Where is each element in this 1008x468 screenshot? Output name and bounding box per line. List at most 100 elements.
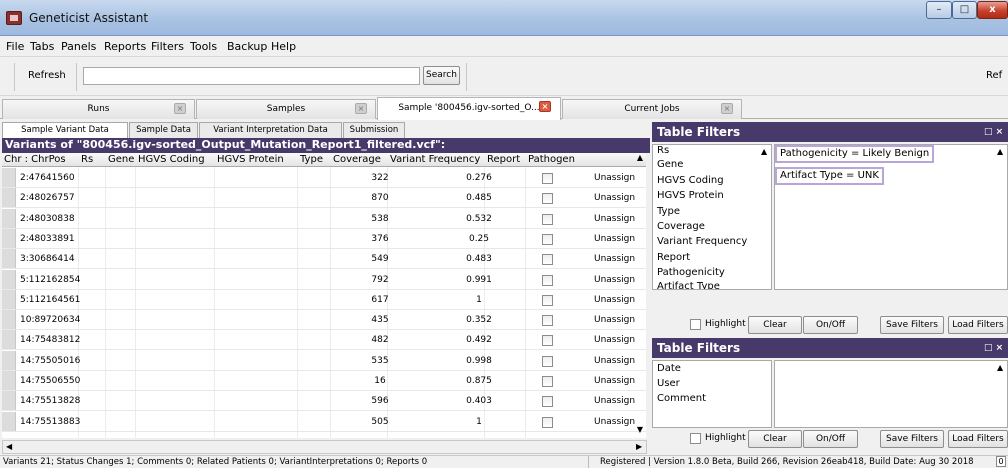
- table-row[interactable]: 14:75483812 482 0.492 Unassign: [2, 330, 646, 351]
- table-row[interactable]: 2:48026757 870 0.485 Unassign: [2, 188, 646, 209]
- panel-float-close-icon[interactable]: □ ×: [984, 338, 1003, 358]
- col-report[interactable]: Report: [487, 154, 520, 165]
- field-hgvs-protein[interactable]: HGVS Protein: [657, 190, 724, 201]
- clear-filters-button[interactable]: Clear: [748, 430, 802, 448]
- field-user[interactable]: User: [657, 378, 680, 389]
- report-checkbox[interactable]: [542, 173, 553, 184]
- row-header[interactable]: [2, 411, 16, 431]
- row-header[interactable]: [2, 371, 16, 390]
- search-input[interactable]: [83, 67, 420, 85]
- row-header[interactable]: [2, 391, 16, 411]
- table-row[interactable]: 2:48033891 376 0.25 Unassign: [2, 228, 646, 249]
- col-coverage[interactable]: Coverage: [333, 154, 381, 165]
- save-filters-button[interactable]: Save Filters: [880, 316, 944, 334]
- col-hgvs-coding[interactable]: HGVS Coding: [138, 154, 205, 165]
- field-type[interactable]: Type: [657, 206, 680, 217]
- table-row[interactable]: 5:112162854 792 0.991 Unassign: [2, 269, 646, 290]
- row-header[interactable]: [2, 310, 16, 330]
- report-checkbox[interactable]: [542, 213, 553, 225]
- field-comment[interactable]: Comment: [657, 393, 706, 404]
- refresh-button[interactable]: Refresh: [28, 70, 66, 81]
- highlight-checkbox[interactable]: [690, 319, 701, 330]
- col-chr-chrpos[interactable]: Chr : ChrPos: [4, 154, 66, 165]
- field-hgvs-coding[interactable]: HGVS Coding: [657, 175, 724, 186]
- menu-file[interactable]: File: [6, 40, 24, 53]
- row-header[interactable]: [2, 208, 16, 228]
- close-tab-icon[interactable]: ×: [721, 103, 733, 114]
- active-filter-artifact-type[interactable]: Artifact Type = UNK: [775, 167, 884, 185]
- scroll-up-icon[interactable]: ▲: [761, 147, 767, 156]
- load-filters-button[interactable]: Load Filters: [948, 430, 1008, 448]
- table-row[interactable]: 10:89720634 435 0.352 Unassign: [2, 310, 646, 331]
- row-header[interactable]: [2, 168, 16, 187]
- report-checkbox[interactable]: [542, 254, 553, 266]
- scroll-up-icon[interactable]: ▲: [997, 363, 1003, 372]
- report-checkbox[interactable]: [542, 416, 553, 428]
- close-tab-icon[interactable]: ×: [355, 103, 367, 114]
- tab-runs[interactable]: Runs ×: [2, 99, 195, 119]
- highlight-checkbox[interactable]: [690, 433, 701, 444]
- report-checkbox[interactable]: [542, 315, 553, 327]
- scroll-up-icon[interactable]: ▲: [634, 153, 646, 167]
- row-header[interactable]: [2, 289, 16, 309]
- report-checkbox[interactable]: [542, 376, 553, 387]
- subtab-sample-variant-data[interactable]: Sample Variant Data: [2, 122, 128, 138]
- active-filters-list[interactable]: Pathogenicity = Likely Benign Artifact T…: [774, 144, 1008, 290]
- subtab-sample-data[interactable]: Sample Data: [129, 122, 198, 138]
- clear-filters-button[interactable]: Clear: [748, 316, 802, 334]
- maximize-button[interactable]: □: [952, 1, 977, 19]
- field-rs[interactable]: Rs: [657, 145, 669, 156]
- tab-samples[interactable]: Samples ×: [196, 99, 376, 119]
- table-row[interactable]: 14:75505016 535 0.998 Unassign: [2, 350, 646, 371]
- row-header[interactable]: [2, 188, 16, 208]
- field-gene[interactable]: Gene: [657, 159, 683, 170]
- col-hgvs-protein[interactable]: HGVS Protein: [217, 154, 284, 165]
- report-checkbox[interactable]: [542, 233, 553, 245]
- scroll-up-icon[interactable]: ▲: [997, 147, 1003, 156]
- toggle-filters-button[interactable]: On/Off: [803, 316, 858, 334]
- menu-tabs[interactable]: Tabs: [30, 40, 54, 53]
- search-button[interactable]: Search: [423, 66, 460, 85]
- save-filters-button[interactable]: Save Filters: [880, 430, 944, 448]
- report-checkbox[interactable]: [542, 193, 553, 205]
- panel-float-close-icon[interactable]: □ ×: [984, 122, 1003, 142]
- row-header[interactable]: [2, 228, 16, 248]
- close-tab-icon[interactable]: ×: [174, 103, 186, 114]
- col-pathogenicity[interactable]: Pathogen: [528, 154, 575, 165]
- table-row[interactable]: 14:75506550 16 0.875 Unassign: [2, 371, 646, 391]
- table-row[interactable]: 2:47641560 322 0.276 Unassign: [2, 168, 646, 188]
- horizontal-scrollbar[interactable]: ◀ ▶: [2, 440, 647, 454]
- ref-button[interactable]: Ref: [986, 70, 1002, 81]
- subtab-variant-interpretation-data[interactable]: Variant Interpretation Data: [199, 122, 342, 138]
- menu-tools[interactable]: Tools: [190, 40, 217, 53]
- menu-backup[interactable]: Backup: [227, 40, 267, 53]
- table-row[interactable]: 3:30686414 549 0.483 Unassign: [2, 249, 646, 270]
- report-checkbox[interactable]: [542, 396, 553, 408]
- subtab-submission[interactable]: Submission: [343, 122, 405, 138]
- report-checkbox[interactable]: [542, 335, 553, 347]
- menu-filters[interactable]: Filters: [151, 40, 184, 53]
- field-artifact-type[interactable]: Artifact Type: [657, 281, 720, 289]
- close-button[interactable]: x: [977, 1, 1008, 19]
- scroll-down-icon[interactable]: ▼: [634, 425, 646, 438]
- filter-field-list[interactable]: Date User Comment: [652, 360, 772, 428]
- scroll-right-icon[interactable]: ▶: [636, 442, 642, 451]
- col-gene[interactable]: Gene: [108, 154, 134, 165]
- row-header[interactable]: [2, 330, 16, 350]
- row-header[interactable]: [2, 249, 16, 269]
- menu-panels[interactable]: Panels: [61, 40, 96, 53]
- scroll-left-icon[interactable]: ◀: [6, 442, 12, 451]
- col-type[interactable]: Type: [300, 154, 323, 165]
- tab-sample-detail[interactable]: Sample '800456.igv-sorted_O... ×: [377, 97, 561, 120]
- field-pathogenicity[interactable]: Pathogenicity: [657, 267, 725, 278]
- field-date[interactable]: Date: [657, 363, 681, 374]
- table-row[interactable]: 5:112164561 617 1 Unassign: [2, 289, 646, 310]
- col-rs[interactable]: Rs: [81, 154, 93, 165]
- active-filters-list[interactable]: ▲: [774, 360, 1008, 428]
- field-coverage[interactable]: Coverage: [657, 221, 705, 232]
- table-row[interactable]: 14:75513828 596 0.403 Unassign: [2, 391, 646, 412]
- row-header[interactable]: [2, 269, 16, 289]
- report-checkbox[interactable]: [542, 274, 553, 286]
- col-variant-frequency[interactable]: Variant Frequency: [390, 154, 480, 165]
- load-filters-button[interactable]: Load Filters: [948, 316, 1008, 334]
